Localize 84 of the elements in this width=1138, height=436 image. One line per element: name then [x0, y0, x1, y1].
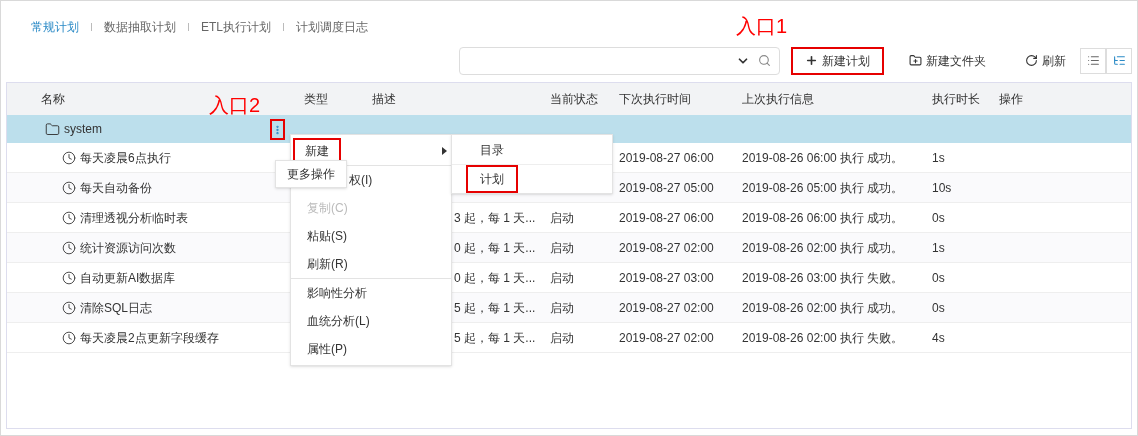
folder-plus-icon [909, 54, 922, 67]
column-header: 类型 [304, 92, 328, 106]
table-cell-text: 2019-08-27 05:00 [618, 179, 715, 197]
tooltip: 更多操作 [275, 160, 347, 188]
search-icon [758, 54, 771, 67]
table-cell-text: 2019-08-26 02:00 执行 失败。 [741, 329, 905, 347]
table-cell: 启动 [550, 210, 574, 225]
toolbar-button[interactable]: 新建文件夹 [895, 46, 1000, 75]
table-cell: 启动 [550, 330, 574, 345]
table-cell-text: 2019-08-26 05:00 执行 成功。 [741, 179, 905, 197]
column-header: 上次执行信息 [742, 92, 814, 106]
table-cell-text: 1s [931, 149, 946, 167]
tab[interactable]: 计划调度日志 [296, 18, 368, 36]
menu-item[interactable]: 血统分析(L) [305, 310, 372, 332]
column-header: 下次执行时间 [619, 92, 691, 106]
tab[interactable]: 常规计划 [31, 18, 79, 36]
annotation-label: 入口2 [209, 93, 261, 117]
table-cell-text: 0 起，每 1 天... [453, 270, 536, 285]
clock-icon [62, 180, 76, 195]
column-header: 名称 [41, 92, 65, 106]
plan-name[interactable]: 每天凌晨6点执行 [80, 148, 171, 167]
plan-name[interactable]: 每天凌晨2点更新字段缓存 [80, 328, 219, 347]
folder-name: system [64, 121, 102, 138]
list-view-toggle[interactable] [1080, 47, 1106, 74]
table-cell-text: 0s [931, 209, 946, 227]
tab[interactable]: ETL执行计划 [201, 18, 271, 36]
table-cell-text: 5 起，每 1 天... [453, 300, 536, 315]
plan-name[interactable]: 清理透视分析临时表 [80, 208, 188, 227]
folder-row[interactable]: system [7, 115, 1131, 143]
list-icon [1086, 54, 1100, 67]
table-cell-text: 2019-08-27 06:00 [618, 149, 715, 167]
table-cell-text: 10s [931, 179, 953, 197]
table-cell-text: 0s [931, 299, 946, 317]
clock-icon [62, 330, 76, 345]
menu-item[interactable]: 属性(P) [305, 338, 349, 360]
table-cell-text: 2019-08-27 02:00 [618, 299, 715, 317]
search-field[interactable] [459, 46, 780, 75]
tab[interactable]: 数据抽取计划 [104, 18, 176, 36]
table-cell-text: 2019-08-26 06:00 执行 成功。 [741, 209, 905, 227]
table-cell-text: 2019-08-27 02:00 [618, 239, 715, 257]
table-cell: 启动 [550, 270, 574, 285]
clock-icon [62, 270, 76, 285]
table-cell-text: 2019-08-27 02:00 [618, 329, 715, 347]
table-cell-text: 0s [931, 269, 946, 287]
refresh-icon [1025, 54, 1038, 67]
menu-item[interactable]: 权(I) [347, 169, 375, 191]
table-cell-text: 4s [931, 329, 946, 347]
table-cell-text: 2019-08-26 06:00 执行 成功。 [741, 149, 905, 167]
submenu-arrow-icon [442, 147, 447, 155]
table-cell-text: 5 起，每 1 天... [453, 330, 536, 345]
plan-name[interactable]: 自动更新AI数据库 [80, 268, 176, 287]
more-button[interactable] [270, 119, 285, 140]
clock-icon [62, 150, 76, 165]
table-cell-text: 2019-08-27 03:00 [618, 269, 715, 287]
column-header: 执行时长 [932, 92, 980, 106]
column-header: 描述 [372, 92, 396, 106]
menu-item[interactable]: 影响性分析 [305, 282, 369, 304]
tree-view-toggle[interactable] [1106, 47, 1132, 74]
table-cell-text: 2019-08-27 06:00 [618, 209, 715, 227]
table-cell-text: 2019-08-26 02:00 执行 成功。 [741, 299, 905, 317]
plan-name[interactable]: 每天自动备份 [80, 178, 152, 197]
plan-name[interactable]: 统计资源访问次数 [80, 238, 176, 257]
column-header: 操作 [999, 92, 1023, 106]
toolbar-button[interactable]: 新建计划 [791, 46, 884, 75]
table-cell-text: 2019-08-26 02:00 执行 成功。 [741, 239, 905, 257]
annotation-label: 入口1 [736, 13, 788, 39]
menu-item[interactable]: 粘贴(S) [305, 225, 349, 247]
menu-item[interactable]: 刷新(R) [305, 253, 350, 275]
table-cell-text: 1s [931, 239, 946, 257]
table-cell: 启动 [550, 240, 574, 255]
table-cell-text: 2019-08-26 03:00 执行 失败。 [741, 269, 905, 287]
plan-name[interactable]: 清除SQL日志 [80, 298, 152, 317]
column-header: 当前状态 [550, 92, 598, 106]
table-cell-text: 3 起，每 1 天... [453, 210, 536, 225]
table-cell: 启动 [550, 300, 574, 315]
clock-icon [62, 240, 76, 255]
clock-icon [62, 210, 76, 225]
tree-list-icon [1112, 54, 1126, 67]
table-cell-text: 0 起，每 1 天... [453, 240, 536, 255]
toolbar-button[interactable]: 刷新 [1011, 46, 1080, 75]
folder-icon [45, 121, 60, 137]
clock-icon [62, 300, 76, 315]
plus-icon [805, 54, 818, 67]
menu-item[interactable]: 计划 [466, 165, 518, 193]
